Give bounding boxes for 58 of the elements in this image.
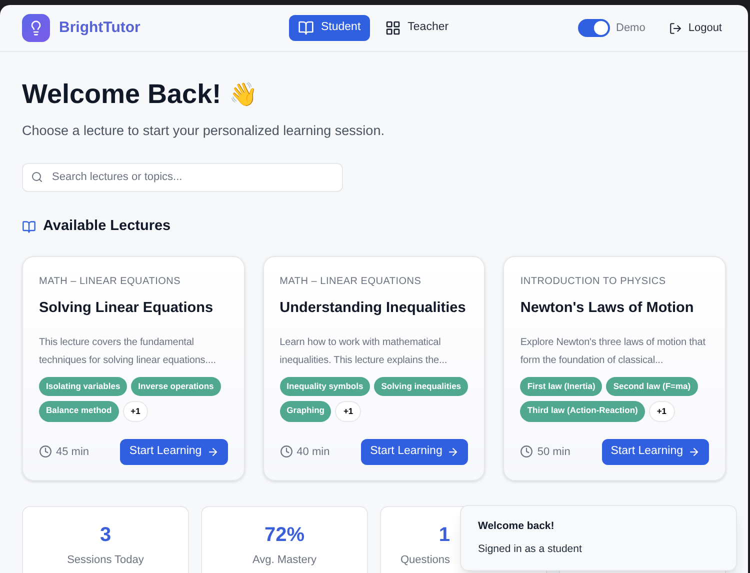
topic-tag: Third law (Action-Reaction): [520, 401, 645, 422]
arrow-icon: [206, 446, 219, 458]
more-tags-badge: +1: [648, 401, 675, 422]
book-icon: [298, 20, 314, 36]
stat-label: Questions: [400, 553, 450, 568]
welcome-heading: Welcome Back!: [22, 78, 222, 111]
logout-button[interactable]: Logout: [665, 16, 726, 40]
demo-toggle[interactable]: [578, 19, 610, 37]
start-learning-button[interactable]: Start Learning: [120, 438, 228, 465]
book-icon: [22, 220, 36, 234]
lecture-title: Understanding Inequalities: [280, 298, 467, 318]
start-learning-button[interactable]: Start Learning: [361, 438, 468, 465]
lecture-category: MATH – LINEAR EQUATIONS: [39, 274, 182, 288]
more-tags-badge: +1: [335, 401, 362, 422]
topic-tag: Isolating variables: [39, 377, 128, 396]
stat-label: Avg. Mastery: [252, 553, 316, 568]
demo-label: Demo: [616, 20, 646, 36]
topic-tag: Balance method: [39, 401, 119, 422]
lecture-duration: 45 min: [56, 444, 90, 460]
arrow-icon: [688, 446, 700, 458]
start-learning-button[interactable]: Start Learning: [602, 438, 710, 465]
arrow-icon: [447, 446, 460, 458]
grid-icon: [384, 20, 401, 36]
lecture-title: Newton's Laws of Motion: [520, 298, 695, 318]
lecture-category: MATH – LINEAR EQUATIONS: [280, 274, 422, 288]
logo-icon: [22, 14, 50, 42]
stat-label: Sessions Today: [67, 553, 144, 568]
topic-tag: Second law (F=ma): [606, 377, 698, 396]
nav-tab[interactable]: Teacher: [376, 15, 458, 41]
search-field[interactable]: Search lectures or topics...: [22, 162, 343, 192]
clock-icon: [39, 445, 52, 458]
clock-icon: [520, 445, 534, 458]
toast-message: Signed in as a student: [478, 542, 583, 556]
lecture-description: Learn how to work with mathematical inequalities. This lecture explains the...: [280, 336, 448, 368]
toast-title: Welcome back!: [478, 518, 556, 534]
lecture-category: INTRODUCTION TO PHYSICS: [520, 274, 667, 288]
stat-value: 1: [438, 523, 450, 548]
lecture-description: This lecture covers the fundamental techniques for solving linear equations....: [39, 336, 217, 368]
search-icon: [31, 170, 43, 183]
lecture-title: Solving Linear Equations: [39, 298, 214, 318]
topic-tag: First law (Inertia): [520, 377, 602, 396]
brand-name: BrightTutor: [59, 18, 140, 38]
stat-value: 3: [100, 523, 112, 548]
topic-tag: Inverse operations: [131, 377, 221, 396]
lecture-duration: 40 min: [296, 444, 330, 460]
lecture-duration: 50 min: [537, 444, 570, 460]
welcome-subtitle: Choose a lecture to start your personalized learning session.: [22, 122, 386, 140]
stat-value: 72%: [264, 523, 305, 548]
topic-tag: Inequality symbols: [280, 377, 370, 396]
lecture-description: Explore Newton's three laws of motion that form the foundation of classical...: [520, 336, 706, 368]
more-tags-badge: +1: [122, 401, 148, 422]
topic-tag: Graphing: [280, 401, 332, 422]
topic-tag: Solving inequalities: [374, 377, 468, 396]
logout-icon: [669, 22, 682, 34]
nav-tab[interactable]: Student: [289, 15, 370, 41]
clock-icon: [280, 445, 293, 458]
waving-hand-icon: 👋: [229, 77, 258, 112]
section-title: Available Lectures: [43, 216, 171, 236]
